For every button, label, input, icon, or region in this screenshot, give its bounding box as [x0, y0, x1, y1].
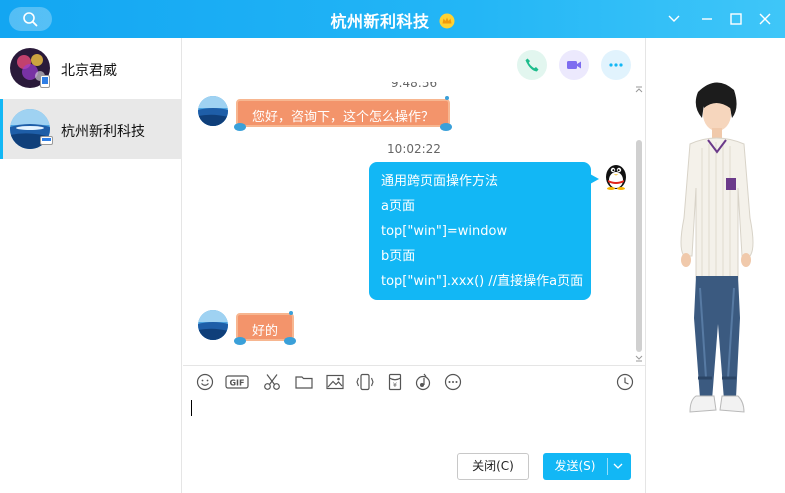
video-camera-icon	[567, 61, 581, 69]
bubble-decoration	[289, 311, 293, 315]
red-packet-icon[interactable]: ¥	[385, 372, 405, 392]
message-line: top["win"]=window	[381, 224, 508, 239]
gif-icon[interactable]: GIF	[225, 372, 249, 392]
character-figure	[680, 82, 754, 413]
message-line: b页面	[381, 249, 416, 264]
contact-name: 北京君威	[61, 63, 117, 79]
mobile-device-icon	[40, 75, 50, 88]
title-bar: 杭州新利科技	[0, 0, 785, 38]
contact-item[interactable]: 杭州新利科技	[0, 99, 182, 159]
chevron-down-icon[interactable]	[665, 10, 683, 28]
timestamp: 10:02:22	[387, 142, 441, 156]
message-bubble[interactable]: 好的	[233, 313, 297, 345]
music-icon[interactable]	[413, 372, 433, 392]
message-bubble[interactable]: 您好，咨询下，这个怎么操作？	[233, 99, 453, 131]
more-icon	[609, 63, 623, 67]
scrollbar-thumb[interactable]	[636, 140, 642, 352]
video-call-button[interactable]	[559, 50, 589, 80]
message-text: 您好，咨询下，这个怎么操作？	[252, 110, 435, 125]
message-list: 9:48:56 您好，咨询下，这个怎么操作？ 10:02:22 通用跨页面操作方…	[183, 82, 645, 364]
folder-icon[interactable]	[294, 372, 314, 392]
desktop-device-icon	[40, 136, 53, 145]
message-line: a页面	[381, 199, 415, 214]
close-button[interactable]: 关闭(C)	[457, 453, 529, 480]
vip-crown-icon	[439, 13, 455, 29]
close-icon[interactable]	[756, 10, 774, 28]
avatar	[198, 96, 228, 126]
more-actions-button[interactable]	[601, 50, 631, 80]
history-clock-icon[interactable]	[615, 372, 635, 392]
send-button[interactable]: 发送(S)	[543, 453, 631, 480]
emoji-icon[interactable]	[195, 372, 215, 392]
message-line: 通用跨页面操作方法	[381, 174, 499, 189]
chevron-down-icon[interactable]	[613, 463, 623, 470]
scroll-up-icon[interactable]	[635, 86, 643, 94]
phone-icon	[525, 58, 539, 72]
scissors-icon[interactable]	[262, 372, 282, 392]
message-input[interactable]	[189, 398, 637, 448]
bubble-tail	[590, 174, 599, 184]
close-button-label: 关闭(C)	[472, 459, 514, 473]
svg-text:GIF: GIF	[229, 379, 244, 388]
svg-text:¥: ¥	[393, 381, 397, 389]
show-avatar-panel	[645, 38, 785, 493]
contact-item[interactable]: 北京君威	[0, 38, 182, 98]
contact-name: 杭州新利科技	[61, 124, 145, 140]
qq-penguin-avatar	[601, 160, 631, 190]
send-button-separator	[607, 458, 608, 475]
message-scrollbar[interactable]	[634, 86, 643, 364]
image-icon[interactable]	[325, 372, 345, 392]
shake-window-icon[interactable]	[355, 372, 375, 392]
bubble-decoration	[445, 96, 449, 100]
input-divider	[183, 365, 645, 366]
maximize-icon[interactable]	[727, 10, 745, 28]
minimize-icon[interactable]	[698, 10, 716, 28]
scroll-down-icon[interactable]	[635, 354, 643, 362]
phone-call-button[interactable]	[517, 50, 547, 80]
send-button-label: 发送(S)	[554, 459, 596, 473]
message-bubble[interactable]: 通用跨页面操作方法 a页面 top["win"]=window b页面 top[…	[369, 162, 599, 300]
window-title: 杭州新利科技	[330, 12, 430, 31]
more-tools-icon[interactable]	[443, 372, 463, 392]
chat-panel: 9:48:56 您好，咨询下，这个怎么操作？ 10:02:22 通用跨页面操作方…	[183, 38, 645, 493]
message-line: top["win"].xxx() //直接操作a页面	[381, 274, 584, 289]
contact-list: 北京君威 杭州新利科技	[0, 38, 182, 493]
message-text: 好的	[252, 324, 279, 339]
text-caret	[191, 400, 192, 416]
timestamp: 9:48:56	[390, 82, 438, 90]
avatar	[198, 310, 228, 340]
